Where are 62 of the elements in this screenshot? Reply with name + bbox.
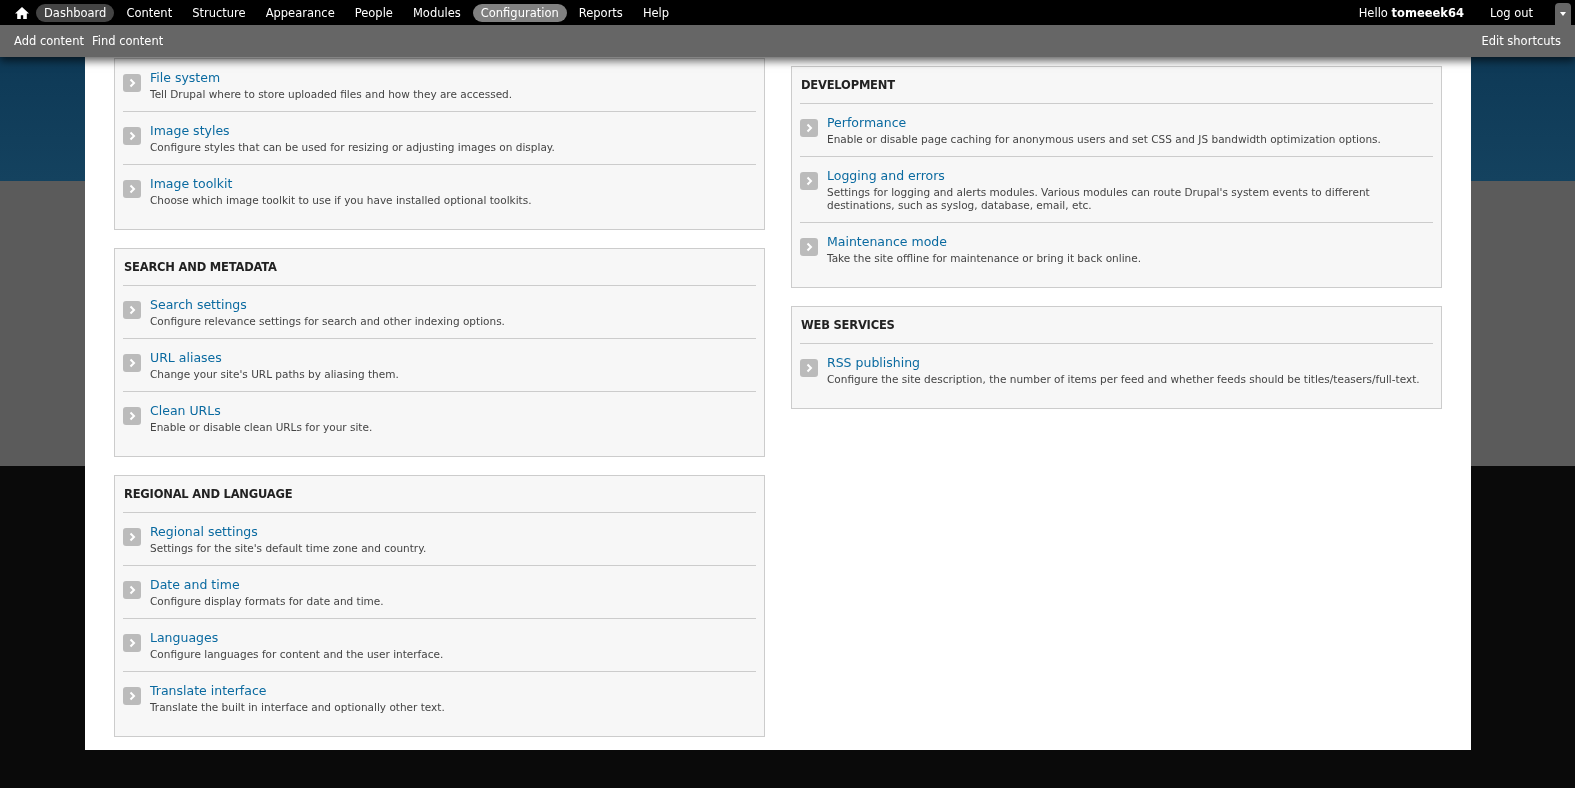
item-description: Configure relevance settings for search and other indexing options. (150, 315, 505, 328)
settings-link[interactable]: Languages (150, 630, 444, 645)
chevron-icon (800, 119, 818, 137)
menu-link[interactable]: People (346, 3, 401, 22)
settings-link[interactable]: Image styles (150, 123, 555, 138)
item-description: Settings for the site's default time zone and country. (150, 542, 427, 555)
section-heading: SEARCH AND METADATA (123, 249, 756, 286)
menu-link[interactable]: Dashboard (36, 3, 115, 22)
menu-link[interactable]: Appearance (257, 3, 343, 22)
item-description: Configure display formats for date and time. (150, 595, 384, 608)
chevron-icon (123, 180, 141, 198)
chevron-icon (123, 528, 141, 546)
settings-link[interactable]: Logging and errors (827, 168, 1433, 183)
menu-link[interactable]: Configuration (472, 3, 567, 22)
settings-link[interactable]: Image toolkit (150, 176, 532, 191)
item-description: Choose which image toolkit to use if you have installed optional toolkits. (150, 194, 532, 207)
chevron-icon (123, 634, 141, 652)
item-description: Change your site's URL paths by aliasing them. (150, 368, 399, 381)
item-description: Configure the site description, the number of items per feed and whether feeds should be titles/teasers/full-text. (827, 373, 1420, 386)
settings-link[interactable]: Clean URLs (150, 403, 373, 418)
item-description: Enable or disable clean URLs for your site. (150, 421, 373, 434)
item-description: Tell Drupal where to store uploaded files and how they are accessed. (150, 88, 513, 101)
settings-link[interactable]: File system (150, 70, 513, 85)
item-description: Configure languages for content and the user interface. (150, 648, 444, 661)
edit-shortcuts-link[interactable]: Edit shortcuts (1477, 32, 1565, 50)
menu-link[interactable]: Structure (184, 3, 254, 22)
item-description: Configure styles that can be used for resizing or adjusting images on display. (150, 141, 555, 154)
chevron-icon (123, 407, 141, 425)
settings-link[interactable]: RSS publishing (827, 355, 1420, 370)
greeting-text: Hello tomeeek64 (1358, 5, 1464, 20)
chevron-icon (123, 354, 141, 372)
settings-link[interactable]: URL aliases (150, 350, 399, 365)
chevron-icon (123, 301, 141, 319)
menu-link[interactable]: Modules (404, 3, 469, 22)
settings-link[interactable]: Translate interface (150, 683, 445, 698)
settings-link[interactable]: Performance (827, 115, 1381, 130)
item-description: Take the site offline for maintenance or bring it back online. (827, 252, 1141, 265)
chevron-icon (800, 359, 818, 377)
section-heading: REGIONAL AND LANGUAGE (123, 476, 756, 513)
menu-link[interactable]: Reports (570, 3, 631, 22)
caret-icon (1559, 11, 1567, 17)
section-heading: DEVELOPMENT (800, 67, 1433, 104)
chevron-icon (123, 127, 141, 145)
shortcut-link[interactable]: Add content (10, 32, 88, 50)
logout-link[interactable]: Log out (1481, 3, 1541, 22)
chevron-icon (123, 581, 141, 599)
menu-link[interactable]: Help (634, 3, 678, 22)
chevron-icon (123, 687, 141, 705)
settings-link[interactable]: Regional settings (150, 524, 427, 539)
chevron-icon (800, 172, 818, 190)
settings-link[interactable]: Maintenance mode (827, 234, 1141, 249)
shortcuts-toggle[interactable] (1555, 3, 1571, 25)
chevron-icon (123, 74, 141, 92)
chevron-icon (800, 238, 818, 256)
item-description: Enable or disable page caching for anonymous users and set CSS and JS bandwidth optimization options. (827, 133, 1381, 146)
item-description: Translate the built in interface and optionally other text. (150, 701, 445, 714)
shortcut-link[interactable]: Find content (87, 32, 168, 50)
section-heading: WEB SERVICES (800, 307, 1433, 344)
settings-link[interactable]: Search settings (150, 297, 505, 312)
item-description: Settings for logging and alerts modules. Various modules can route Drupal's system events to different destinations, such as syslog, database, email, etc. (827, 186, 1371, 212)
settings-link[interactable]: Date and time (150, 577, 384, 592)
menu-link[interactable]: Content (118, 3, 181, 22)
